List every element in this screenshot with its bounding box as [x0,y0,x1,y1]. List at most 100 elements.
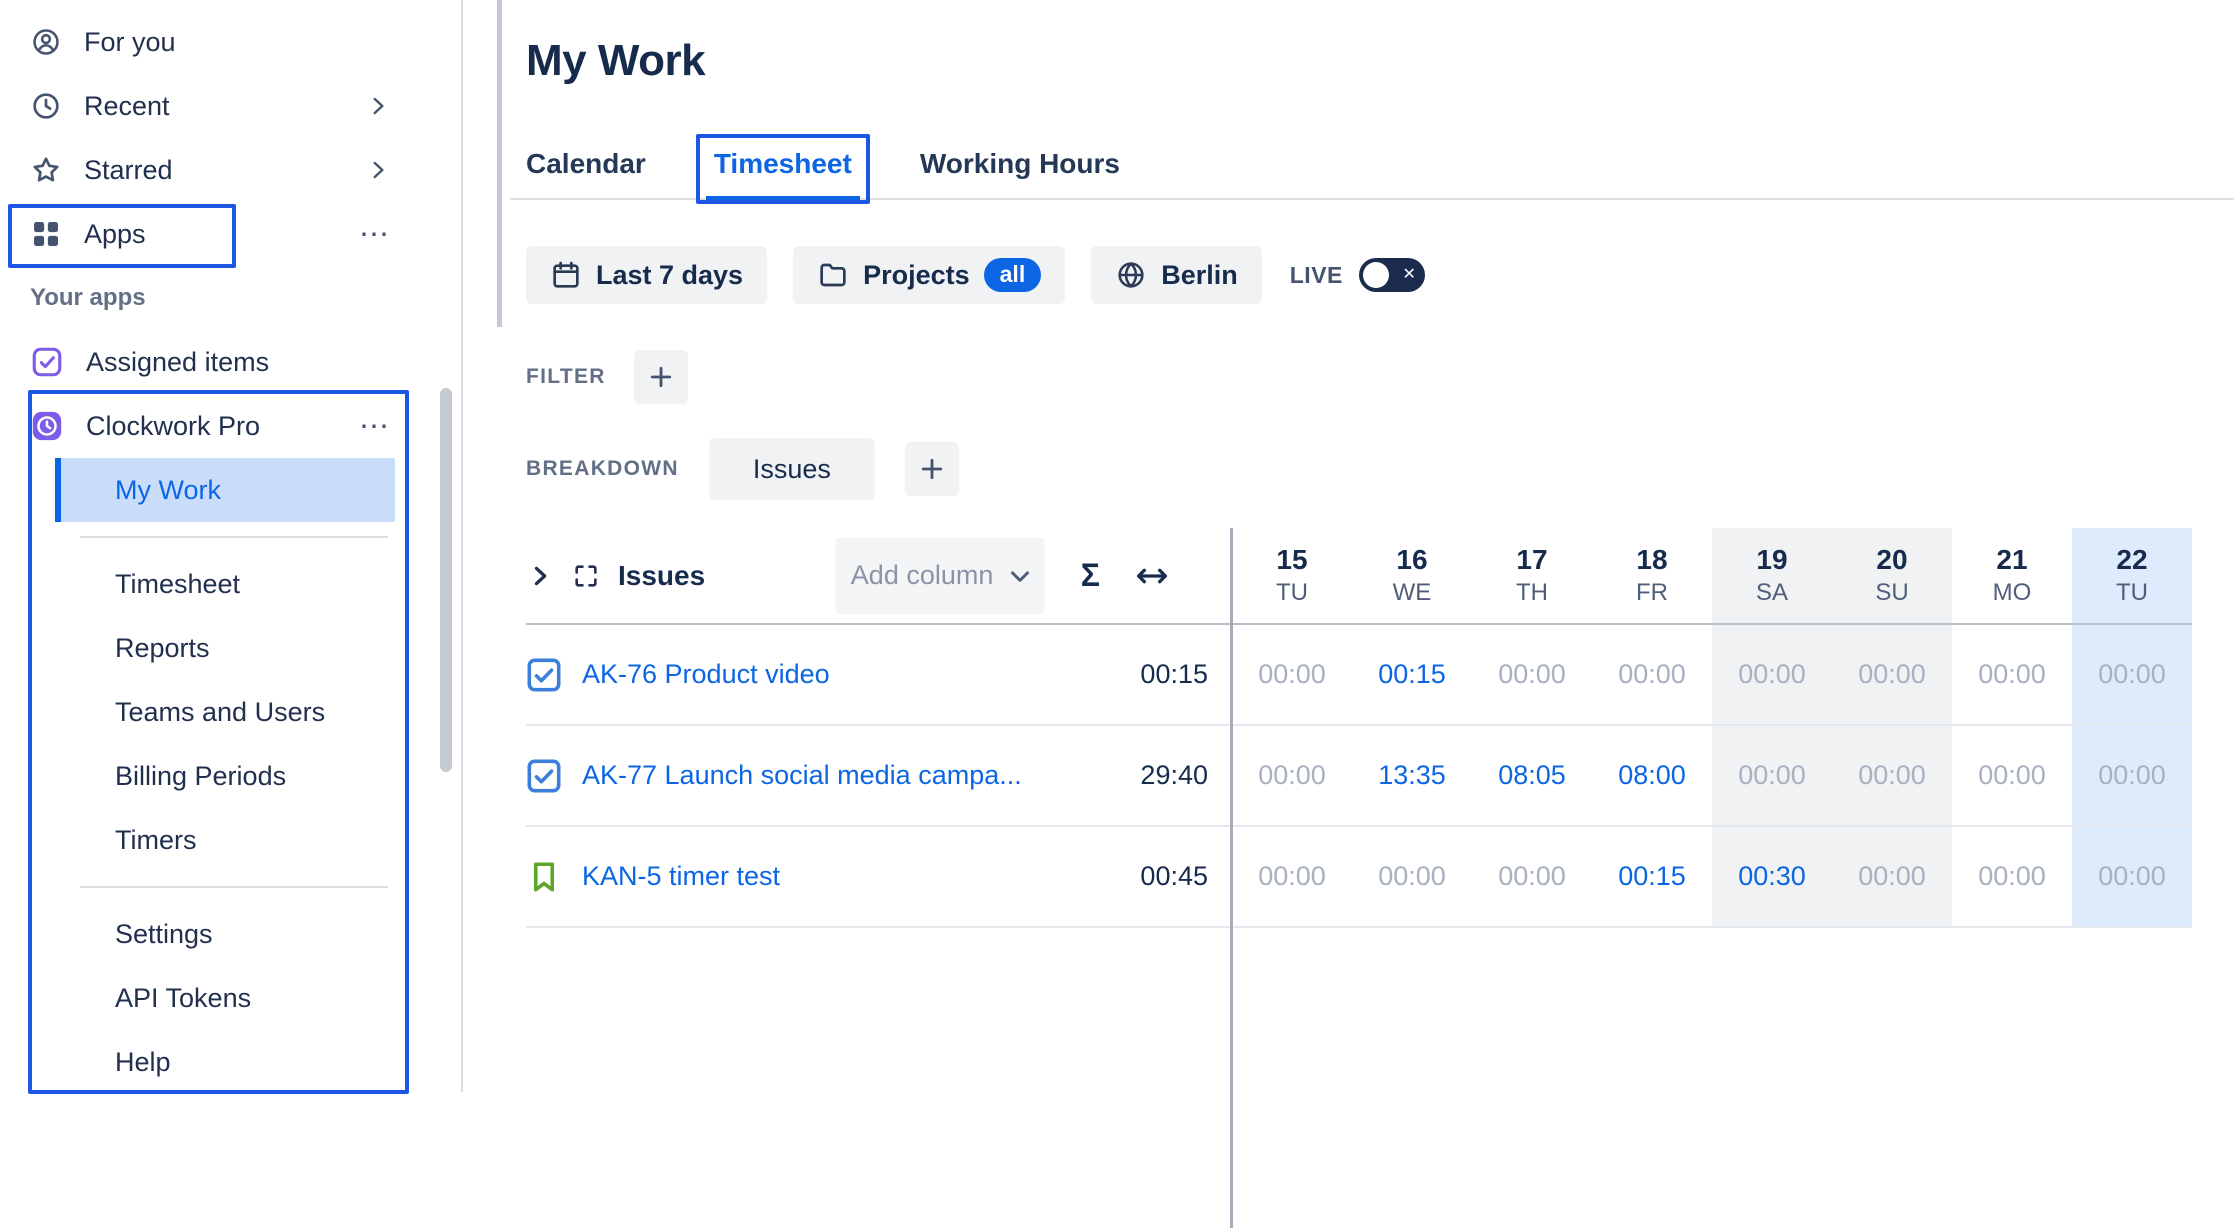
toggle-knob-icon [1363,262,1389,288]
add-filter-button[interactable] [634,350,688,404]
issue-link[interactable]: AK-76 Product video [582,659,830,690]
group-header-label: Issues [618,560,705,592]
time-cell[interactable]: 00:00 [2072,726,2192,827]
timesheet-table: Issues Add column Σ 15TU16WE17TH18FR 19 SA… [526,528,2234,928]
sidebar-item-label: For you [84,27,176,58]
chip-last-7-days[interactable]: Last 7 days [526,246,767,304]
person-icon [30,26,62,58]
chevron-right-icon[interactable] [365,157,391,183]
chevron-expand-icon[interactable] [526,562,554,590]
time-cell[interactable]: 00:00 [1712,625,1832,726]
chip-label: Last 7 days [596,260,743,291]
sidebar-item-billing-periods[interactable]: Billing Periods [60,744,395,808]
resize-columns-icon[interactable] [1132,556,1172,596]
column-resize-divider[interactable] [1230,528,1233,1228]
sidebar-item-assigned-items[interactable]: Assigned items [0,330,461,394]
time-cell[interactable]: 00:00 [1832,625,1952,726]
timesheet-grid: Issues Add column Σ 15TU16WE17TH18FR 19 SA… [526,528,2192,928]
more-icon[interactable]: ⋯ [359,409,391,444]
time-cell[interactable]: 00:00 [2072,827,2192,928]
issue-link[interactable]: KAN-5 timer test [582,861,780,892]
time-cell[interactable]: 13:35 [1352,726,1472,827]
calendar-icon [550,259,582,291]
sidebar-item-for-you[interactable]: For you [0,10,461,74]
breakdown-issues-button[interactable]: Issues [709,438,875,500]
sidebar-item-api-tokens[interactable]: API Tokens [60,966,395,1030]
day-header-20[interactable]: 20SU [1832,528,1952,625]
sidebar-item-timesheet[interactable]: Timesheet [60,552,395,616]
filter-label: FILTER [526,365,606,389]
bookmark-icon [526,859,562,895]
sidebar-item-label: Assigned items [86,347,269,378]
sidebar-scrollbar-thumb[interactable] [440,388,452,772]
add-breakdown-button[interactable] [905,442,959,496]
sidebar-item-help[interactable]: Help [60,1030,395,1094]
time-cell[interactable]: 00:00 [1952,827,2072,928]
day-of-week: MO [1993,579,2032,607]
time-cell[interactable]: 00:00 [1472,827,1592,928]
sidebar-item-reports[interactable]: Reports [60,616,395,680]
add-column-select[interactable]: Add column [835,538,1045,614]
your-apps-label: Your apps [30,284,146,312]
day-number: 18 [1636,544,1667,576]
expand-all-icon[interactable] [572,562,600,590]
task-check-icon [526,657,562,693]
time-cell[interactable]: 00:00 [1472,625,1592,726]
sidebar-item-apps[interactable]: Apps⋯ [0,202,461,266]
day-header-16[interactable]: 16WE [1352,528,1472,625]
time-cell[interactable]: 00:00 [1232,625,1352,726]
live-toggle[interactable]: ✕ [1359,258,1425,292]
day-header-22[interactable]: 22TU [2072,528,2192,625]
day-number: 17 [1516,544,1547,576]
day-header-18[interactable]: 18FR [1592,528,1712,625]
sidebar-item-clockwork-pro[interactable]: Clockwork Pro ⋯ [0,394,461,458]
chip-berlin[interactable]: Berlin [1091,246,1262,304]
chevron-right-icon[interactable] [365,93,391,119]
breakdown-label: BREAKDOWN [526,457,679,481]
sidebar-item-timers[interactable]: Timers [60,808,395,872]
time-cell[interactable]: 00:00 [1952,625,2072,726]
time-cell[interactable]: 00:00 [1832,726,1952,827]
tab-working-hours[interactable]: Working Hours [904,136,1136,198]
chevron-down-icon [1005,561,1035,591]
timesheet-header-left: Issues Add column Σ [526,528,1232,625]
row-total: 00:45 [1140,861,1208,892]
day-of-week: SU [1875,579,1908,607]
day-number: 19 [1756,544,1787,576]
time-cell[interactable]: 00:00 [1952,726,2072,827]
live-label: LIVE [1290,262,1343,289]
time-cell[interactable]: 00:15 [1352,625,1472,726]
time-cell[interactable]: 00:00 [1232,726,1352,827]
chip-projects[interactable]: Projectsall [793,246,1065,304]
more-icon[interactable]: ⋯ [359,217,391,252]
row-total: 29:40 [1140,760,1208,791]
day-of-week: SA [1756,579,1788,607]
task-check-icon [526,758,562,794]
sum-toggle[interactable]: Σ [1081,557,1100,594]
sidebar-item-teams-and-users[interactable]: Teams and Users [60,680,395,744]
issue-link[interactable]: AK-77 Launch social media campa... [582,760,1022,791]
time-cell[interactable]: 08:05 [1472,726,1592,827]
time-cell[interactable]: 00:00 [1712,726,1832,827]
day-header-19[interactable]: 19 SA [1712,528,1832,625]
time-cell[interactable]: 00:00 [1832,827,1952,928]
time-cell[interactable]: 00:00 [1592,625,1712,726]
day-header-15[interactable]: 15TU [1232,528,1352,625]
issue-row: KAN-5 timer test 00:45 [526,827,1232,928]
time-cell[interactable]: 00:15 [1592,827,1712,928]
time-cell[interactable]: 00:00 [1232,827,1352,928]
sidebar-item-starred[interactable]: Starred [0,138,461,202]
day-header-21[interactable]: 21MO [1952,528,2072,625]
sidebar-item-my-work[interactable]: My Work [60,458,395,522]
time-cell[interactable]: 00:00 [1352,827,1472,928]
time-cell[interactable]: 00:30 [1712,827,1832,928]
time-cell[interactable]: 08:00 [1592,726,1712,827]
tab-timesheet[interactable]: Timesheet [698,136,868,198]
sidebar-item-recent[interactable]: Recent [0,74,461,138]
sidebar-item-settings[interactable]: Settings [60,902,395,966]
sidebar-item-label: Clockwork Pro [86,411,260,442]
toggle-off-icon: ✕ [1402,267,1415,283]
tab-calendar[interactable]: Calendar [510,136,662,198]
time-cell[interactable]: 00:00 [2072,625,2192,726]
day-header-17[interactable]: 17TH [1472,528,1592,625]
